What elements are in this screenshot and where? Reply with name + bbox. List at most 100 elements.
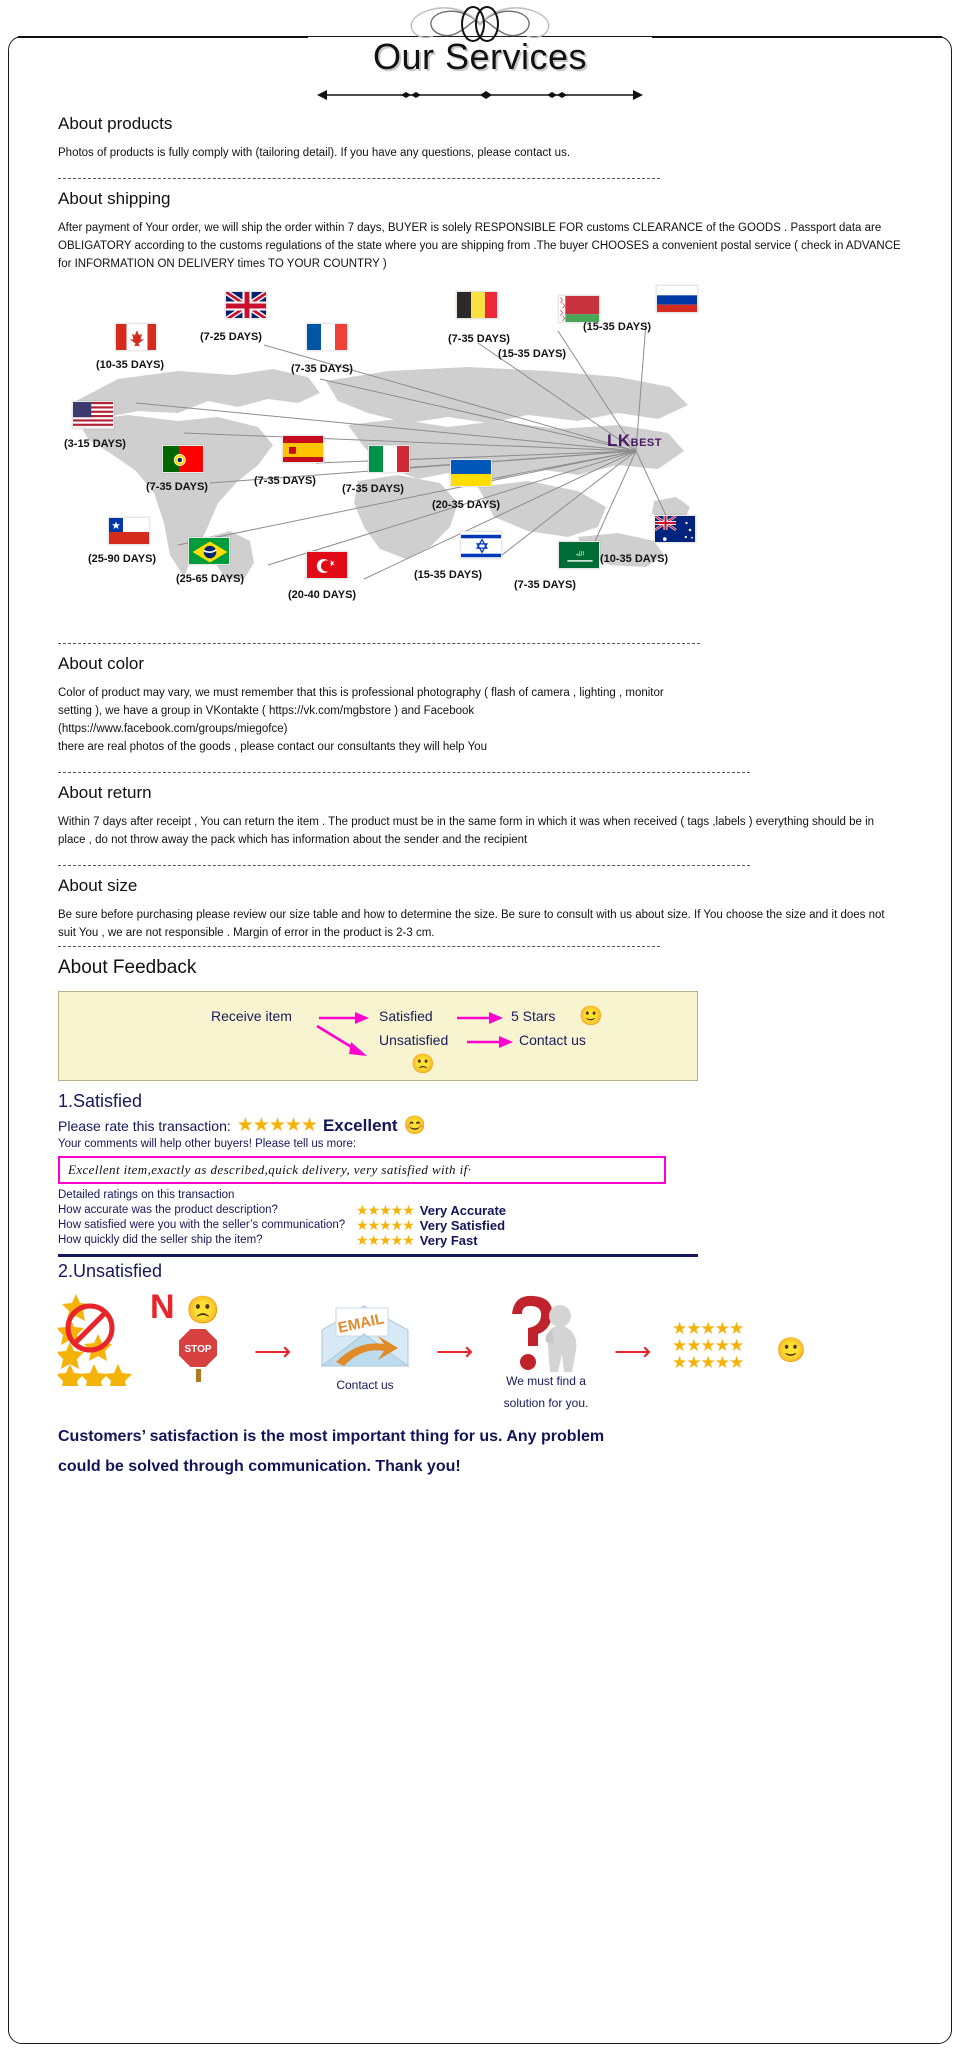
brand-logo: LKBEST <box>607 431 662 451</box>
rating-question-shipping-speed: How quickly did the seller ship the item… <box>58 1234 263 1246</box>
divider-after-map <box>58 643 700 644</box>
about-color-heading: About color <box>58 654 144 673</box>
stop-sign-icon: STOP <box>176 1324 220 1387</box>
about-products-body: Photos of products is fully comply with … <box>58 147 571 159</box>
section-about-color: About color Color of product may vary, w… <box>0 654 960 756</box>
title-underline-ornament <box>315 88 645 107</box>
flow-unsatisfied: Unsatisfied <box>379 1032 449 1048</box>
svg-text:الله: الله <box>576 551 585 557</box>
ukraine-days-label: (20-35 DAYS) <box>432 499 501 511</box>
italy-flag-icon <box>368 445 410 473</box>
saudi-arabia-days-label: (7-35 DAYS) <box>514 579 576 591</box>
portugal-days-label: (7-35 DAYS) <box>146 481 208 493</box>
australia-flag-icon <box>654 515 696 543</box>
unsatisfied-heading: 2.Unsatisfied <box>58 1261 163 1281</box>
spain-flag-icon <box>282 435 324 463</box>
about-size-heading: About size <box>58 876 138 895</box>
closing-line-1: Customers’ satisfaction is the most impo… <box>58 1428 605 1445</box>
chile-days-label: (25-90 DAYS) <box>88 553 157 565</box>
svg-text:STOP: STOP <box>184 1344 211 1355</box>
flow-receive-item: Receive item <box>211 1008 292 1024</box>
rating-stars[interactable]: ★★★★★ <box>237 1114 318 1137</box>
page-header: Our Services <box>0 0 960 104</box>
saudi-arabia-flag-icon: الله <box>558 541 600 569</box>
sad-face-icon: 🙁 <box>411 1054 435 1075</box>
section-about-size: About size Be sure before purchasing ple… <box>0 876 960 942</box>
rate-prompt-label: Please rate this transaction: <box>58 1117 231 1134</box>
about-shipping-heading: About shipping <box>58 189 171 208</box>
services-page: Our Services About products Photos of pr… <box>0 0 960 2052</box>
rating-answer-communication: Very Satisfied <box>419 1218 506 1233</box>
flow-contact-us: Contact us <box>519 1032 586 1048</box>
final-stars-row-3: ★★★★★ <box>672 1353 744 1372</box>
contact-us-caption: Contact us <box>336 1378 394 1392</box>
happy-face-icon: 🙂 <box>579 1006 603 1027</box>
about-return-body: Within 7 days after receipt , You can re… <box>58 816 875 846</box>
about-products-heading: About products <box>58 114 173 133</box>
about-shipping-body: After payment of Your order, we will shi… <box>58 222 901 270</box>
angry-face-icon: 🙁 <box>186 1295 220 1325</box>
section-about-return: About return Within 7 days after receipt… <box>0 783 960 849</box>
about-return-heading: About return <box>58 783 152 802</box>
turkey-flag-icon <box>306 551 348 579</box>
divider-after-return <box>58 865 750 866</box>
brand-logo-main: LK <box>606 431 631 450</box>
france-flag-icon <box>306 323 348 351</box>
detailed-rating-row: How accurate was the product description… <box>58 1203 902 1219</box>
about-color-body-line3: (https://www.facebook.com/groups/miegofc… <box>58 723 288 735</box>
arrow-2-icon: ⟶ <box>436 1336 474 1366</box>
canada-days-label: (10-35 DAYS) <box>96 359 165 371</box>
uk-flag-icon <box>225 291 267 319</box>
detailed-ratings-title: Detailed ratings on this transaction <box>58 1189 235 1201</box>
about-color-body-line4: there are real photos of the goods , ple… <box>58 741 487 753</box>
closing-line-2: could be solved through communication. T… <box>58 1458 461 1475</box>
solution-caption-line2: solution for you. <box>503 1396 589 1410</box>
divider-after-products <box>58 178 660 179</box>
detailed-rating-row: How quickly did the seller ship the item… <box>58 1233 902 1249</box>
rating-word-label: Excellent <box>322 1115 398 1135</box>
section-about-products: About products Photos of products is ful… <box>0 114 960 162</box>
rating-stars-accuracy[interactable]: ★★★★★ <box>356 1203 415 1218</box>
brazil-flag-icon <box>188 537 230 565</box>
solution-caption-line1: We must find a <box>506 1374 586 1388</box>
belgium-days-label: (7-35 DAYS) <box>448 333 510 345</box>
portugal-flag-icon <box>162 445 204 473</box>
page-title: Our Services <box>372 36 588 77</box>
arrow-3-icon: ⟶ <box>614 1336 652 1366</box>
brand-logo-suffix: BEST <box>630 437 662 449</box>
feedback-flow-box: Receive item Satisfied 5 Stars 🙂 Unsatis… <box>58 991 698 1081</box>
canada-flag-icon <box>115 323 157 351</box>
russia-flag-icon <box>656 285 698 313</box>
rating-answer-accuracy: Very Accurate <box>419 1203 507 1218</box>
section-about-shipping: About shipping After payment of Your ord… <box>0 189 960 273</box>
israel-flag-icon <box>460 531 502 559</box>
flow-satisfied: Satisfied <box>379 1008 433 1024</box>
comments-prompt-label: Your comments will help other buyers! Pl… <box>58 1138 357 1150</box>
rating-stars-shipping-speed[interactable]: ★★★★★ <box>356 1233 415 1248</box>
section-satisfied: 1.Satisfied Please rate this transaction… <box>0 1081 960 1248</box>
rating-question-communication: How satisfied were you with the seller’s… <box>58 1219 346 1231</box>
belarus-flag-icon <box>558 295 600 323</box>
about-color-body-line2: setting ), we have a group in VKontakte … <box>58 705 475 717</box>
no-label: N <box>150 1288 175 1326</box>
about-feedback-heading: About Feedback <box>58 957 197 978</box>
final-happy-face-icon: 🙂 <box>776 1337 806 1364</box>
rating-question-accuracy: How accurate was the product description… <box>58 1204 278 1216</box>
arrow-1-icon: ⟶ <box>254 1336 292 1366</box>
arrow-unsatisfied-to-contact-icon <box>467 1036 513 1048</box>
rating-stars-communication[interactable]: ★★★★★ <box>356 1218 415 1233</box>
usa-days-label: (3-15 DAYS) <box>64 438 126 450</box>
russia-days-label: (15-35 DAYS) <box>583 321 652 333</box>
divider-after-color <box>58 772 750 773</box>
about-size-body: Be sure before purchasing please review … <box>58 909 885 939</box>
final-stars-row-2: ★★★★★ <box>672 1336 744 1355</box>
arrow-satisfied-to-stars-icon <box>457 1012 503 1024</box>
shipping-map: (10-35 DAYS) (7-25 DAYS) (7-35 DAYS) (7-… <box>58 283 718 627</box>
italy-days-label: (7-35 DAYS) <box>342 483 404 495</box>
satisfied-heading: 1.Satisfied <box>58 1091 143 1111</box>
belgium-flag-icon <box>456 291 498 319</box>
belarus-days-label: (15-35 DAYS) <box>498 348 567 360</box>
smiley-face-icon: 😊 <box>403 1115 427 1135</box>
arrow-receive-to-unsatisfied-icon <box>316 1024 367 1056</box>
feedback-comment-input[interactable]: Excellent item,exactly as described,quic… <box>58 1156 666 1184</box>
